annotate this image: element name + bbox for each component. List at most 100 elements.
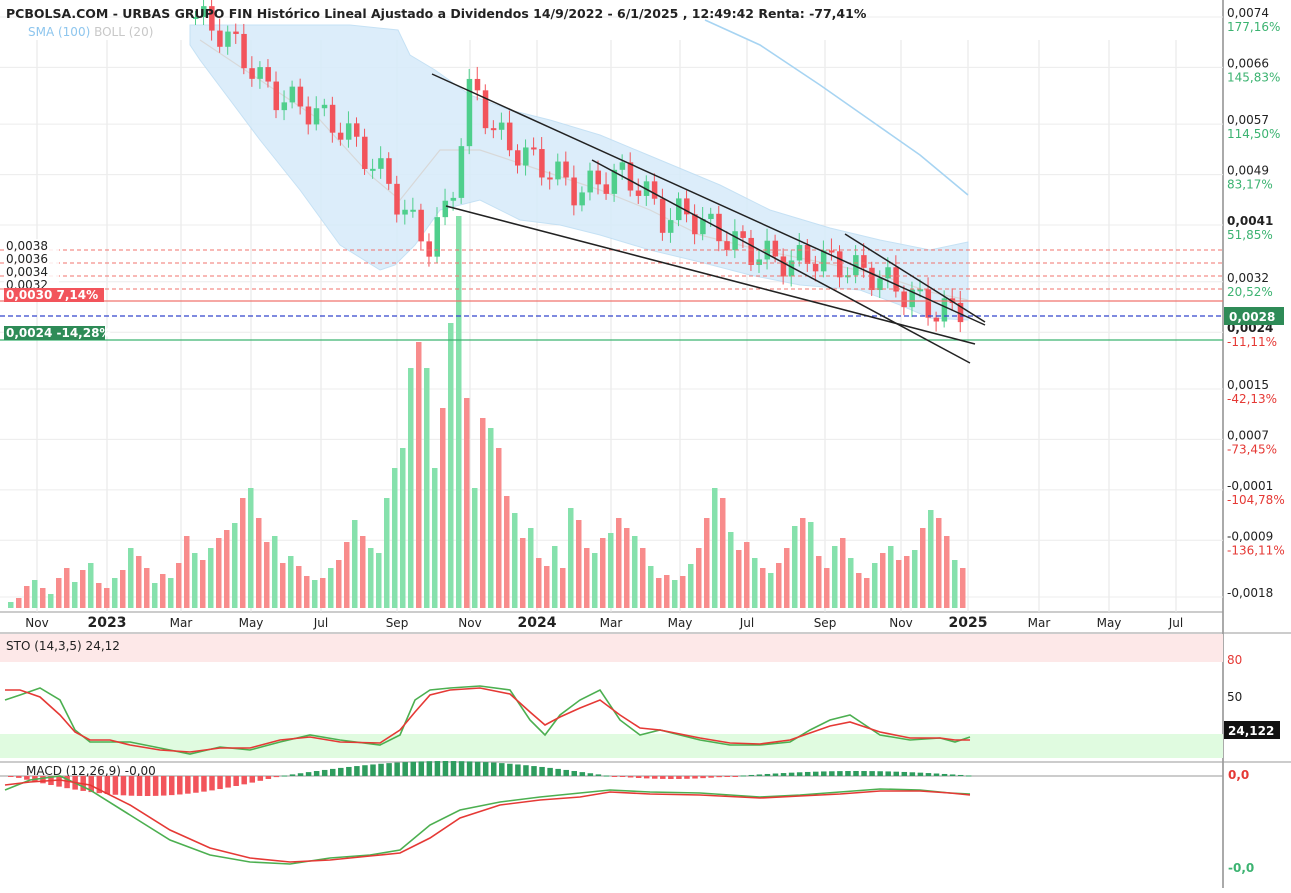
macd-histogram-bar bbox=[507, 763, 513, 776]
pct-tick-label: 83,17% bbox=[1227, 178, 1273, 192]
volume-bar bbox=[704, 518, 710, 608]
volume-bar bbox=[928, 510, 934, 608]
macd-histogram-bar bbox=[571, 771, 577, 776]
volume-bar bbox=[360, 536, 366, 608]
candle-body bbox=[490, 128, 497, 131]
volume-bar bbox=[16, 598, 22, 608]
candle-body bbox=[635, 190, 642, 196]
macd-histogram-bar bbox=[917, 772, 924, 776]
price-tick-label: 0,0007 bbox=[1227, 428, 1269, 442]
candle-body bbox=[305, 106, 312, 125]
macd-histogram-bar bbox=[281, 775, 288, 777]
macd-histogram-bar bbox=[386, 763, 392, 776]
volume-bar bbox=[640, 548, 646, 608]
macd-histogram-bar bbox=[370, 764, 376, 776]
macd-histogram-bar bbox=[265, 776, 272, 779]
candle-body bbox=[901, 291, 907, 308]
macd-histogram-bar bbox=[853, 771, 859, 776]
x-tick-label: Jul bbox=[313, 616, 328, 630]
macd-histogram-bar bbox=[474, 761, 481, 776]
candle-body bbox=[265, 67, 271, 82]
volume-bar bbox=[528, 528, 534, 608]
boll-legend[interactable]: BOLL (20) bbox=[94, 25, 153, 39]
candle-body bbox=[531, 147, 537, 150]
pct-tick-label: -104,78% bbox=[1227, 493, 1285, 507]
volume-bar bbox=[560, 568, 566, 608]
candle-body bbox=[837, 251, 843, 278]
x-tick-label: 2025 bbox=[949, 615, 988, 631]
candle-body bbox=[555, 161, 561, 180]
macd-legend: MACD (12,26,9) -0,00 bbox=[26, 764, 156, 778]
volume-bar bbox=[440, 408, 446, 608]
candle-body bbox=[515, 150, 521, 166]
macd-histogram-bar bbox=[821, 771, 827, 776]
macd-histogram-bar bbox=[829, 771, 835, 776]
macd-histogram-bar bbox=[426, 761, 433, 776]
volume-bar bbox=[848, 558, 854, 608]
candle-body bbox=[676, 198, 682, 221]
volume-bar bbox=[112, 578, 118, 608]
volume-bar bbox=[648, 566, 654, 608]
macd-histogram-bar bbox=[217, 776, 223, 790]
candle-body bbox=[313, 108, 320, 125]
macd-histogram-bar bbox=[563, 769, 569, 776]
volume-bar bbox=[808, 522, 814, 608]
macd-tick-0: 0,0 bbox=[1228, 768, 1249, 782]
volume-bar bbox=[880, 553, 886, 608]
sto-tick-50: 50 bbox=[1227, 690, 1242, 704]
price-tick-label: 0,0015 bbox=[1227, 378, 1269, 392]
volume-bar bbox=[792, 526, 798, 608]
candle-body bbox=[402, 209, 408, 215]
volume-bar bbox=[352, 520, 358, 608]
macd-histogram-bar bbox=[297, 773, 304, 776]
volume-bar bbox=[56, 578, 62, 608]
macd-histogram-bar bbox=[603, 775, 610, 777]
macd-histogram-bar bbox=[780, 773, 787, 776]
price-tick-label: 0,0057 bbox=[1227, 113, 1269, 127]
candle-body bbox=[692, 214, 698, 235]
price-tick-label: 0,0074 bbox=[1227, 6, 1269, 20]
candle-body bbox=[917, 289, 923, 292]
volume-bar bbox=[608, 533, 614, 608]
volume-bar bbox=[392, 468, 398, 608]
macd-histogram-bar bbox=[418, 761, 425, 776]
macd-histogram-bar bbox=[394, 762, 400, 776]
indicator-legend[interactable]: SMA (100) BOLL (20) bbox=[28, 25, 153, 39]
sma-legend[interactable]: SMA (100) bbox=[28, 25, 90, 39]
sto-value-label: 24,122 bbox=[1228, 724, 1274, 738]
volume-bar bbox=[296, 566, 302, 608]
macd-histogram-bar bbox=[346, 766, 352, 776]
macd-histogram-bar bbox=[764, 773, 771, 776]
candle-body bbox=[885, 267, 891, 279]
macd-histogram-bar bbox=[676, 776, 682, 779]
candle-body bbox=[426, 241, 432, 257]
volume-bar bbox=[464, 398, 470, 608]
candle-body bbox=[354, 123, 360, 137]
volume-bar bbox=[48, 594, 54, 608]
volume-bar bbox=[416, 342, 422, 608]
volume-bar bbox=[624, 528, 630, 608]
macd-histogram-bar bbox=[40, 776, 46, 784]
volume-bar bbox=[288, 556, 294, 608]
candle-body bbox=[667, 220, 674, 233]
macd-histogram-bar bbox=[660, 776, 666, 779]
candle-body bbox=[571, 177, 577, 206]
macd-histogram-bar bbox=[748, 774, 755, 776]
level-label: 0,0034 bbox=[6, 265, 48, 279]
level-label: 0,0036 bbox=[6, 252, 48, 266]
candle-body bbox=[579, 192, 585, 206]
volume-bar bbox=[672, 580, 678, 608]
volume-bar bbox=[888, 546, 894, 608]
volume-bar bbox=[480, 418, 486, 608]
macd-histogram-bar bbox=[869, 771, 875, 776]
candle-body bbox=[434, 217, 440, 257]
volume-bar bbox=[32, 580, 38, 608]
volume-bar bbox=[736, 550, 742, 608]
x-tick-label: Jul bbox=[739, 616, 754, 630]
chart-title: PCBOLSA.COM - URBAS GRUPO FIN Histórico … bbox=[6, 6, 867, 21]
macd-histogram-bar bbox=[466, 761, 473, 776]
candle-body bbox=[506, 122, 513, 151]
macd-histogram-bar bbox=[708, 776, 714, 778]
pct-tick-label: -11,11% bbox=[1227, 335, 1277, 349]
volume-bar bbox=[904, 556, 910, 608]
